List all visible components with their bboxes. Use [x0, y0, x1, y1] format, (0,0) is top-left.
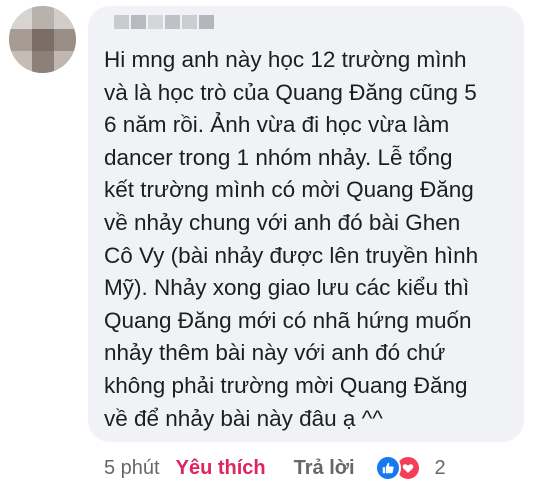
comment-timestamp[interactable]: 5 phút [104, 457, 160, 480]
like-button[interactable]: Yêu thích [176, 457, 266, 480]
comment-text: Hi mng anh này học 12 trường mình và là … [104, 47, 479, 431]
reactions-summary[interactable] [374, 455, 421, 481]
author-name-redacted[interactable] [114, 15, 214, 31]
comment-actions: 5 phút Yêu thích Trả lời 2 [104, 450, 446, 486]
reply-button[interactable]: Trả lời [294, 457, 355, 480]
like-icon [374, 455, 401, 481]
avatar[interactable] [9, 6, 76, 73]
reaction-count: 2 [434, 456, 446, 479]
